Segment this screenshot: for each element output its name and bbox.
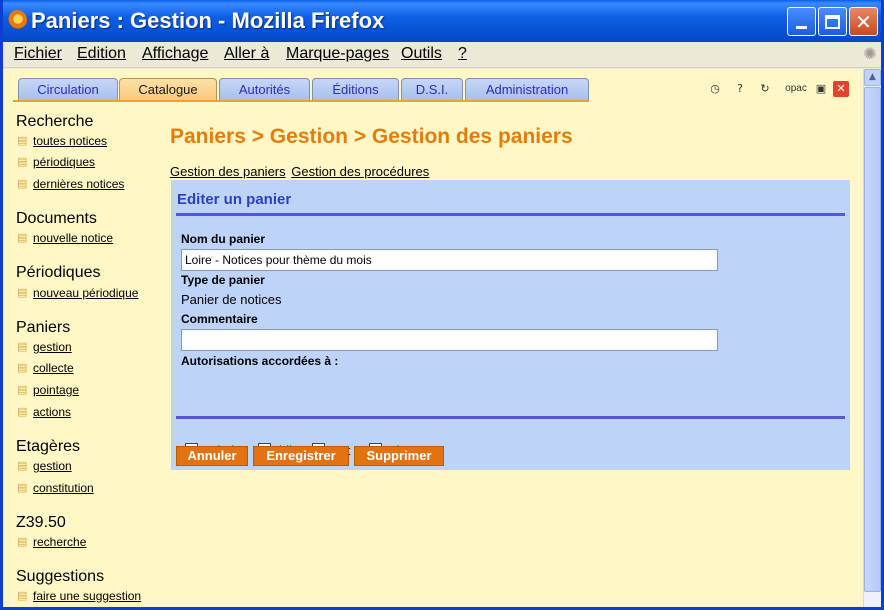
help-icon[interactable]: ? <box>732 81 748 97</box>
nav-link-nouveau-periodique[interactable]: nouveau périodique <box>33 286 138 300</box>
book-icon: ▤ <box>17 177 28 190</box>
left-navigation: Recherche ▤ toutes notices ▤ périodiques… <box>3 102 163 607</box>
save-button[interactable]: Enregistrer <box>253 446 349 466</box>
menu-help[interactable]: ? <box>458 45 467 63</box>
sub-navigation: Gestion des paniers Gestion des procédur… <box>170 164 431 179</box>
save-icon[interactable]: ▣ <box>813 81 829 97</box>
basket-type-label: Type de panier <box>181 273 265 287</box>
nav-link-etageres-gestion[interactable]: gestion <box>33 459 72 473</box>
tab-catalogue[interactable]: Catalogue <box>119 78 217 102</box>
form-divider-bottom <box>176 416 845 419</box>
basket-name-label: Nom du panier <box>181 232 266 246</box>
browser-window: Paniers : Gestion - Mozilla Firefox ✕ Fi… <box>0 0 884 610</box>
nav-link-paniers-gestion[interactable]: gestion <box>33 340 72 354</box>
basket-name-input[interactable]: Loire - Notices pour thème du mois <box>181 249 718 271</box>
book-icon: ▤ <box>17 231 28 244</box>
link-gestion-procedures[interactable]: Gestion des procédures <box>291 164 429 179</box>
nav-section-documents: Documents <box>16 210 97 227</box>
book-icon: ▤ <box>17 286 28 299</box>
tab-bar: Circulation Catalogue Autorités Éditions… <box>3 69 863 102</box>
link-gestion-paniers[interactable]: Gestion des paniers <box>170 164 286 179</box>
scrollbar-thumb[interactable] <box>864 87 881 592</box>
tab-editions[interactable]: Éditions <box>312 78 399 102</box>
throbber-icon: ✺ <box>863 44 877 63</box>
tab-dsi[interactable]: D.S.I. <box>401 78 463 102</box>
form-title: Editer un panier <box>177 191 292 208</box>
menu-edition[interactable]: Edition <box>77 45 126 63</box>
maximize-icon <box>825 14 840 29</box>
window-title: Paniers : Gestion - Mozilla Firefox <box>31 8 385 33</box>
nav-link-pointage[interactable]: pointage <box>33 383 79 397</box>
nav-link-periodiques[interactable]: périodiques <box>33 155 95 169</box>
nav-link-nouvelle-notice[interactable]: nouvelle notice <box>33 231 113 245</box>
vertical-scrollbar[interactable]: ▲ <box>863 69 881 607</box>
nav-section-etageres: Etagères <box>16 438 81 455</box>
menu-marque-pages[interactable]: Marque-pages <box>286 45 389 63</box>
minimize-button[interactable] <box>787 7 816 36</box>
nav-link-z3950-recherche[interactable]: recherche <box>33 535 86 549</box>
book-icon: ▤ <box>17 155 28 168</box>
clock-icon[interactable]: ◷ <box>707 81 723 97</box>
close-icon: ✕ <box>855 9 872 34</box>
edit-basket-form: Editer un panier Nom du panier Loire - N… <box>171 180 850 470</box>
nav-link-collecte[interactable]: collecte <box>33 361 74 375</box>
book-icon: ▤ <box>17 340 28 353</box>
cancel-button[interactable]: Annuler <box>176 446 248 466</box>
menu-bar: Fichier Edition Affichage Aller à Marque… <box>3 42 881 68</box>
comment-input[interactable] <box>181 329 718 351</box>
firefox-logo-icon <box>7 10 27 30</box>
nav-link-dernieres-notices[interactable]: dernières notices <box>33 177 124 191</box>
nav-link-constitution[interactable]: constitution <box>33 481 94 495</box>
comment-label: Commentaire <box>181 312 258 326</box>
nav-link-faire-suggestion[interactable]: faire une suggestion <box>33 589 141 603</box>
page-title: Paniers > Gestion > Gestion des paniers <box>170 125 573 148</box>
delete-button[interactable]: Supprimer <box>354 446 444 466</box>
basket-type-value: Panier de notices <box>181 292 282 307</box>
menu-affichage[interactable]: Affichage <box>142 45 208 63</box>
nav-section-z3950: Z39.50 <box>16 514 66 531</box>
minimize-icon <box>796 26 807 29</box>
opac-icon[interactable]: opac <box>784 81 808 97</box>
refresh-icon[interactable]: ↻ <box>757 81 773 97</box>
close-button[interactable]: ✕ <box>849 7 878 36</box>
book-icon: ▤ <box>17 405 28 418</box>
book-icon: ▤ <box>17 589 28 602</box>
book-icon: ▤ <box>17 134 28 147</box>
menu-outils[interactable]: Outils <box>401 45 442 63</box>
menu-fichier[interactable]: Fichier <box>14 45 62 63</box>
nav-link-toutes-notices[interactable]: toutes notices <box>33 134 107 148</box>
nav-section-recherche: Recherche <box>16 113 94 130</box>
book-icon: ▤ <box>17 361 28 374</box>
permissions-label: Autorisations accordées à : <box>181 354 339 368</box>
tab-autorites[interactable]: Autorités <box>219 78 310 102</box>
nav-section-paniers: Paniers <box>16 319 71 336</box>
book-icon: ▤ <box>17 535 28 548</box>
tab-circulation[interactable]: Circulation <box>18 78 118 102</box>
page-viewport: Circulation Catalogue Autorités Éditions… <box>3 69 863 607</box>
nav-link-actions[interactable]: actions <box>33 405 71 419</box>
form-divider-top <box>176 213 845 216</box>
menu-aller[interactable]: Aller à <box>224 45 269 63</box>
tab-administration[interactable]: Administration <box>465 78 589 102</box>
nav-section-suggestions: Suggestions <box>16 568 105 585</box>
scroll-up-icon[interactable]: ▲ <box>864 69 881 86</box>
exit-icon[interactable]: ✕ <box>833 81 849 97</box>
book-icon: ▤ <box>17 481 28 494</box>
book-icon: ▤ <box>17 383 28 396</box>
maximize-button[interactable] <box>818 7 847 36</box>
nav-section-periodiques: Périodiques <box>16 264 101 281</box>
title-bar: Paniers : Gestion - Mozilla Firefox ✕ <box>3 0 881 42</box>
book-icon: ▤ <box>17 459 28 472</box>
